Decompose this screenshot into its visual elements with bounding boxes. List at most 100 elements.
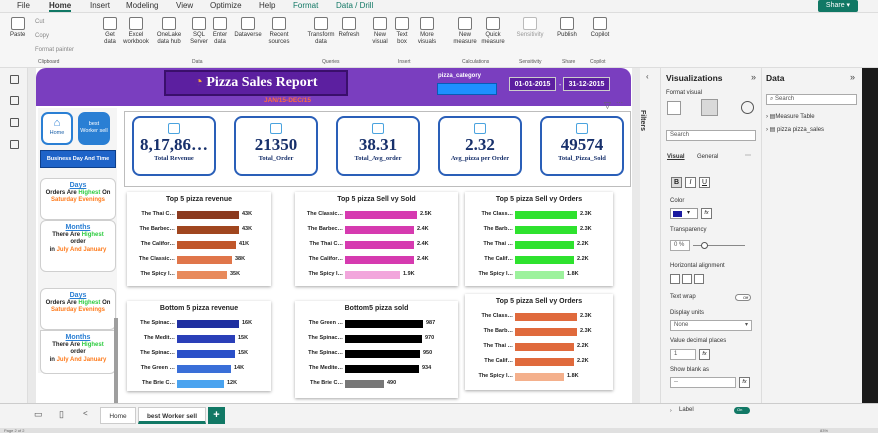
bar[interactable] [345,365,419,373]
bar-row[interactable]: The Brie C… 12K [127,379,271,390]
bar[interactable] [177,226,239,234]
best-worker-nav-button[interactable]: best Worker sell [78,112,110,145]
bar-row[interactable]: The Green … 987 [295,319,458,330]
tab-insert[interactable]: Insert [90,1,110,10]
format-brush-icon[interactable] [701,99,718,116]
bar-row[interactable]: The Brie C… 490 [295,379,458,390]
bar[interactable] [515,256,574,264]
sidebar-scrollbar[interactable] [114,318,118,408]
chart-bottom5-revenue[interactable]: Bottom 5 pizza revenue The Spinac… 16K The … [127,301,271,391]
bar-row[interactable]: The Green … 14K [127,364,271,375]
page-tab-home[interactable]: Home [100,407,136,424]
bar[interactable] [345,350,420,358]
tab-data-drill[interactable]: Data / Drill [336,1,373,10]
fx-button[interactable]: fx [699,349,710,360]
bar[interactable] [345,380,384,388]
bar-row[interactable]: The Thai C… 2.4K [295,240,458,251]
kpi-card-avg-order[interactable]: 38.31 Total_Avg_order [336,116,420,176]
decimal-places-input[interactable]: 1 [670,349,696,360]
bar[interactable] [177,365,231,373]
text-box-button[interactable]: Text box [394,17,410,46]
category-slicer[interactable] [437,83,497,95]
home-nav-button[interactable]: ⌂ Home [41,112,73,145]
label-toggle[interactable]: On [734,407,750,414]
bar-row[interactable]: The Medit… 15K [127,334,271,345]
bar[interactable] [345,320,423,328]
kpi-card-avg-pizza[interactable]: 2.32 Avg_pizza per Order [438,116,522,176]
label-section[interactable]: Label [679,407,694,413]
prev-page-icon[interactable]: < [83,409,88,418]
bar[interactable] [515,211,577,219]
table-view-icon[interactable] [10,96,19,105]
publish-button[interactable]: Publish [555,17,579,39]
bar-row[interactable]: The Class… 2.3K [465,210,613,221]
bar-row[interactable]: The Barbec… 2.4K [295,225,458,236]
kpi-card-pizza-sold[interactable]: 49574 Total_Pizza_Sold [540,116,624,176]
sensitivity-button[interactable]: Sensitivity [514,17,546,39]
data-item-pizza-sales[interactable]: › ▤ pizza pizza_sales [766,126,824,133]
bar-row[interactable]: The Barb… 2.3K [465,225,613,236]
tab-optimize[interactable]: Optimize [210,1,242,10]
recent-sources-button[interactable]: Recent sources [266,17,292,46]
build-visual-icon[interactable] [667,101,681,115]
refresh-button[interactable]: Refresh [337,17,361,39]
business-day-time-button[interactable]: Business Day And Time [40,150,116,168]
zoom-level[interactable]: 83% [820,428,828,433]
more-options-icon[interactable]: ⋯ [616,99,623,107]
desktop-layout-icon[interactable]: ▭ [34,409,43,420]
fx-button[interactable]: fx [739,377,750,388]
bar-row[interactable]: The Thai … 2.2K [465,342,613,353]
slider-handle[interactable] [701,242,708,249]
bar[interactable] [177,335,235,343]
bar-row[interactable]: The Califor… 2.4K [295,255,458,266]
tab-home[interactable]: Home [49,1,72,12]
chevron-right-icon[interactable]: › [670,408,672,414]
italic-button[interactable]: I [685,177,696,188]
display-units-select[interactable]: None ▾ [670,320,752,331]
bar[interactable] [515,373,564,381]
bar[interactable] [515,226,577,234]
underline-button[interactable]: U [699,177,710,188]
align-left-icon[interactable] [670,274,680,284]
bar-row[interactable]: The Class… 2.3K [465,312,613,323]
text-wrap-toggle[interactable]: Off [735,294,751,301]
bar-row[interactable]: The Calif… 2.2K [465,255,613,266]
chart-top5-revenue[interactable]: Top 5 pizza revenue The Thai C… 43K The Bar… [127,192,271,286]
bar-row[interactable]: The Spinac… 16K [127,319,271,330]
bar[interactable] [177,271,227,279]
viz-search-input[interactable]: Search [666,130,756,141]
chart-top5-sold[interactable]: Top 5 pizza Sell vy Sold The Classic… 2.5K… [295,192,458,286]
format-painter-button[interactable]: Format painter [35,47,74,53]
filter-icon[interactable]: ▽ [604,100,611,111]
bar[interactable] [177,380,224,388]
chart-top5-orders-2[interactable]: Top 5 pizza Sell vy Orders The Class… 2.3K… [465,294,613,390]
date-to[interactable]: 31-12-2015 [563,77,610,91]
bar[interactable] [345,256,414,264]
bar-row[interactable]: The Spinac… 15K [127,349,271,360]
data-search-input[interactable]: ⌕ Search [766,94,857,105]
collapse-icon[interactable]: ‹ [646,72,649,81]
bar-row[interactable]: The Medite… 934 [295,364,458,375]
bar[interactable] [515,358,574,366]
chart-top5-orders[interactable]: Top 5 pizza Sell vy Orders The Class… 2.3K… [465,192,613,286]
sql-server-button[interactable]: SQL Server [190,17,208,46]
bar[interactable] [515,271,564,279]
color-picker[interactable]: ▾ [670,208,698,219]
bar-row[interactable]: The Classic… 2.5K [295,210,458,221]
bar[interactable] [345,226,414,234]
transform-data-button[interactable]: Transform data [305,17,337,46]
bar[interactable] [515,328,577,336]
data-item-measure-table[interactable]: › ▤Measure Table [766,113,815,120]
mobile-layout-icon[interactable]: ▯ [59,409,64,420]
copilot-button[interactable]: Copilot [588,17,612,39]
enter-data-button[interactable]: Enter data [211,17,229,46]
align-center-icon[interactable] [682,274,692,284]
bar-row[interactable]: The Spicy I… 1.8K [465,270,613,281]
bar-row[interactable]: The Thai C… 43K [127,210,271,221]
bar[interactable] [177,211,239,219]
bar-row[interactable]: The Calif… 2.2K [465,357,613,368]
bar[interactable] [177,350,235,358]
new-visual-button[interactable]: New visual [370,17,390,46]
kpi-card-orders[interactable]: 21350 Total_Order [234,116,318,176]
tab-visual[interactable]: Visual [667,154,685,160]
